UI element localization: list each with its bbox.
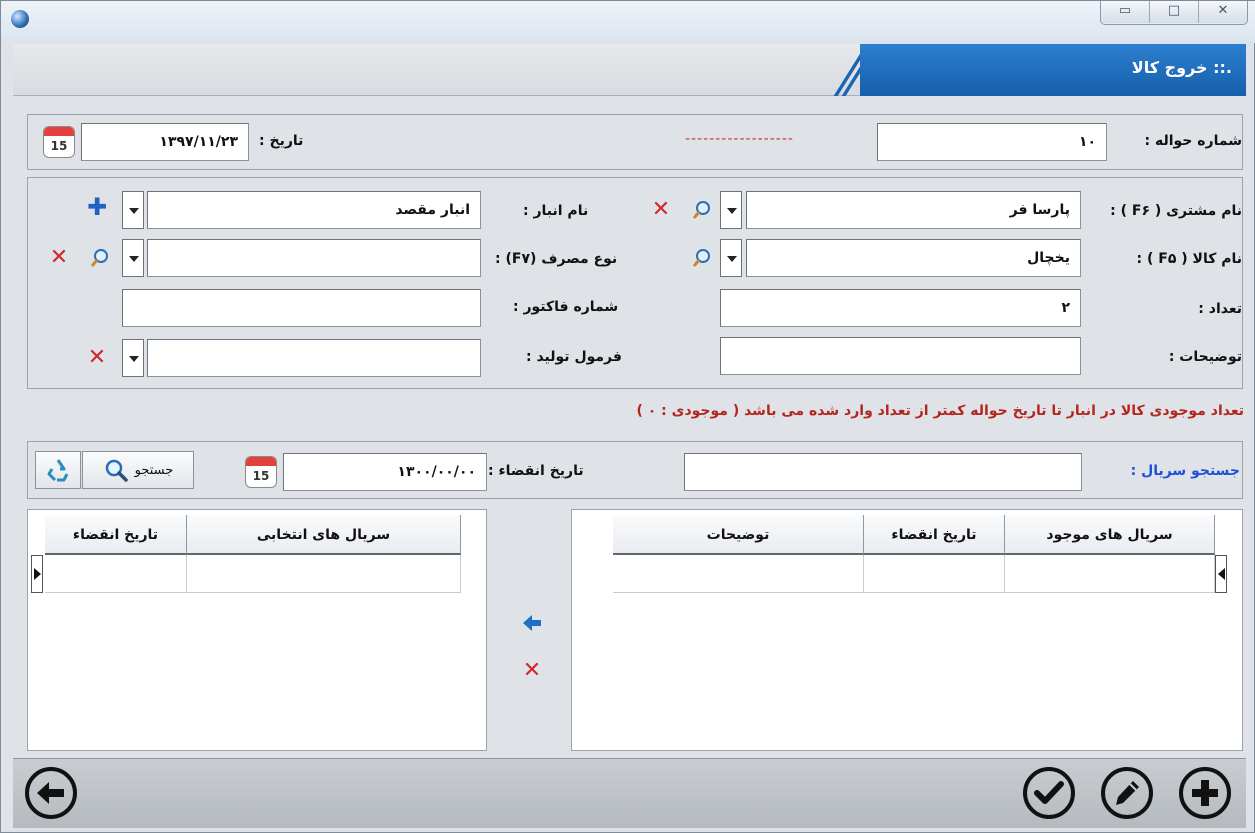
edit-button[interactable]: [1101, 767, 1153, 819]
usage-type-search-icon[interactable]: [89, 247, 111, 269]
row-indicator: [31, 555, 43, 593]
date-label: تاریخ :: [259, 133, 304, 149]
serial-search-button-label: جستجو: [134, 462, 174, 478]
formula-label: فرمول تولید :: [526, 349, 622, 365]
product-input[interactable]: یخچال: [746, 239, 1081, 277]
usage-type-dropdown-button[interactable]: [122, 239, 144, 277]
refresh-button[interactable]: [35, 451, 81, 489]
invoice-input[interactable]: [122, 289, 481, 327]
title-bar: ▭ □ ✕: [1, 1, 1255, 43]
grid-header-expiry[interactable]: تاریخ انقضاء: [45, 515, 187, 555]
form-title: .:: خروج کالا: [1131, 58, 1232, 77]
serial-search-label: جستجو سریال :: [1130, 463, 1240, 479]
customer-dropdown-button[interactable]: [720, 191, 742, 229]
recycle-icon: [47, 459, 69, 482]
pencil-icon: [1116, 781, 1139, 805]
serial-search-button[interactable]: جستجو: [82, 451, 194, 489]
product-search-icon[interactable]: [691, 247, 713, 269]
expiry-calendar-icon[interactable]: 15: [245, 456, 277, 488]
close-icon[interactable]: ✕: [522, 660, 542, 682]
check-icon: [1034, 781, 1064, 804]
formula-input[interactable]: [147, 339, 481, 377]
table-cell[interactable]: [45, 555, 187, 593]
invoice-label: شماره فاکتور :: [513, 299, 619, 315]
warehouse-input[interactable]: انبار مقصد: [147, 191, 481, 229]
grid-header-expiry[interactable]: تاریخ انقضاء: [864, 515, 1005, 555]
grid-header-description[interactable]: توضیحات: [613, 515, 864, 555]
product-label: نام کالا ( F۵ ) :: [1136, 251, 1242, 267]
expiry-date-input[interactable]: ۱۳۰۰/۰۰/۰۰: [283, 453, 487, 491]
voucher-number-label: شماره حواله :: [1144, 133, 1243, 149]
calendar-day: 15: [50, 139, 68, 153]
serial-search-input[interactable]: [684, 453, 1082, 491]
usage-type-input[interactable]: [147, 239, 481, 277]
search-icon: [105, 459, 128, 482]
table-cell[interactable]: [613, 555, 864, 593]
add-button[interactable]: [1179, 767, 1231, 819]
customer-search-icon[interactable]: [691, 199, 713, 221]
maximize-button[interactable]: □: [1149, 1, 1198, 23]
arrow-left-icon[interactable]: [521, 613, 543, 633]
bottom-toolbar: [13, 758, 1246, 828]
usage-type-label: نوع مصرف (F۷) :: [495, 251, 618, 267]
selected-serials-grid: تاریخ انقضاء سریال های انتخابی: [31, 515, 471, 595]
warehouse-dropdown-button[interactable]: [122, 191, 144, 229]
confirm-button[interactable]: [1023, 767, 1075, 819]
back-button[interactable]: [25, 767, 77, 819]
close-window-button[interactable]: ✕: [1198, 1, 1247, 23]
usage-type-clear-icon[interactable]: ✕: [49, 247, 69, 269]
stock-warning-message: تعداد موجودی کالا در انبار تا تاریخ حوال…: [636, 403, 1244, 419]
row-indicator: [1215, 555, 1227, 593]
grid-header-available-serials[interactable]: سریال های موجود: [1005, 515, 1215, 555]
plus-icon: [1192, 780, 1218, 806]
date-input[interactable]: ۱۳۹۷/۱۱/۲۳: [81, 123, 249, 161]
product-dropdown-button[interactable]: [720, 239, 742, 277]
back-arrow-icon: [37, 782, 64, 804]
add-warehouse-icon[interactable]: ✚: [87, 195, 107, 219]
customer-label: نام مشتری ( F۶ ) :: [1110, 203, 1242, 219]
voucher-status-dashes: ------------------: [685, 131, 794, 147]
customer-input[interactable]: پارسا فر: [746, 191, 1081, 229]
grid-header-selected-serials[interactable]: سریال های انتخابی: [187, 515, 461, 555]
app-window: ▭ □ ✕ .:: خروج کالا شماره حواله : ۱۰ ---…: [0, 0, 1255, 833]
formula-dropdown-button[interactable]: [122, 339, 144, 377]
expiry-calendar-day: 15: [252, 469, 270, 483]
description-input[interactable]: [720, 337, 1081, 375]
minimize-button[interactable]: ▭: [1101, 1, 1149, 23]
description-label: توضیحات :: [1168, 349, 1242, 365]
table-cell[interactable]: [864, 555, 1005, 593]
quantity-input[interactable]: ۲: [720, 289, 1081, 327]
table-cell[interactable]: [1005, 555, 1215, 593]
customer-clear-icon[interactable]: ✕: [651, 199, 671, 221]
quantity-label: تعداد :: [1198, 301, 1242, 317]
calendar-icon[interactable]: 15: [43, 126, 75, 158]
app-icon: [11, 10, 29, 28]
available-serials-grid: توضیحات تاریخ انقضاء سریال های موجود: [581, 515, 1231, 595]
formula-clear-icon[interactable]: ✕: [87, 347, 107, 369]
table-cell[interactable]: [187, 555, 461, 593]
expiry-date-label: تاریخ انقضاء :: [488, 463, 584, 479]
form-title-banner: .:: خروج کالا: [826, 44, 1246, 96]
form-header: .:: خروج کالا: [13, 44, 1246, 96]
caption-buttons: ▭ □ ✕: [1100, 1, 1248, 25]
voucher-number-input[interactable]: ۱۰: [877, 123, 1107, 161]
warehouse-label: نام انبار :: [523, 203, 589, 219]
